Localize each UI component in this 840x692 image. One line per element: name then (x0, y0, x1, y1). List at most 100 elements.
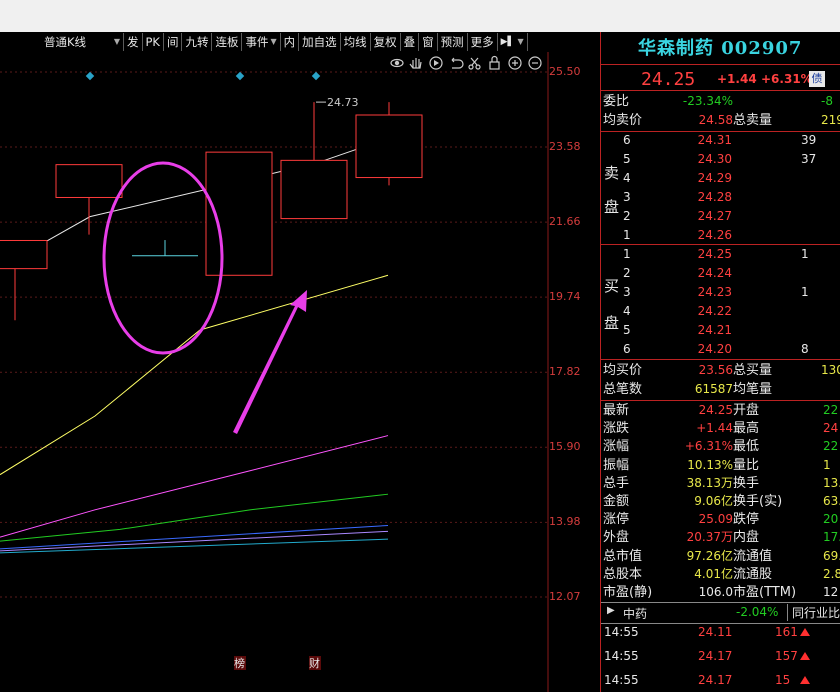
stat-label: 市盈(静) (603, 585, 653, 600)
stat-value: 97.26亿 (686, 548, 733, 563)
book-volume: 8 (801, 342, 809, 356)
trade-count-label: 总笔数 (603, 382, 643, 397)
book-level: 2 (623, 209, 631, 223)
buy-side-label-1: 买 (604, 277, 620, 295)
bid-row[interactable]: 2 24.24 (601, 264, 840, 283)
stat-label: 最高 (733, 421, 760, 437)
weibi-row: 委比 -23.34% -8 (601, 92, 840, 111)
y-axis-label: 15.90 (549, 440, 581, 454)
book-price: 24.29 (697, 171, 732, 185)
stat-value: 10.13% (687, 457, 733, 472)
toolbar-fa-button[interactable]: 发 (124, 33, 143, 51)
stat-value: 38.13万 (686, 475, 733, 490)
y-axis-label: 25.50 (549, 65, 581, 78)
y-axis-label: 21.66 (549, 215, 581, 229)
book-level: 5 (623, 152, 631, 166)
trade-time: 14:55 (604, 673, 639, 687)
kline-chart-svg[interactable]: 24.73 榜 财 (0, 52, 600, 692)
book-level: 3 (623, 190, 631, 204)
book-price: 24.21 (697, 323, 732, 337)
stat-value: 69.27 (823, 548, 840, 563)
book-level: 6 (623, 342, 631, 356)
candle-body (0, 239, 48, 270)
stat-value: 106.0 (698, 585, 733, 599)
stat-row: 振幅 10.13% 量比 1 (601, 456, 840, 475)
toolbar-ma-button[interactable]: 均线 (341, 33, 371, 51)
toolbar-overlay-button[interactable]: 叠 (401, 33, 420, 51)
sector-name: 中药 (623, 607, 648, 621)
trade-volume: 157 (775, 649, 798, 663)
stat-label: 流通股 (733, 566, 773, 582)
stat-row: 总手 38.13万换手 13.3 (601, 474, 840, 493)
ask-row[interactable]: 3 24.28 (601, 188, 840, 207)
toolbar-forecast-button[interactable]: 预测 (438, 33, 468, 51)
book-price: 24.31 (697, 133, 732, 147)
quote-panel: 华森制药 002907 24.25 +1.44 +6.31% 债 委比 -23.… (601, 32, 840, 692)
stat-row: 涨幅 +6.31% 最低 22 (601, 437, 840, 456)
book-level: 6 (623, 133, 631, 147)
avg-sell-label: 均卖价 (603, 113, 643, 128)
event-marker (85, 71, 95, 81)
trade-row: 14:55 24.11 161 (601, 622, 840, 642)
book-price: 24.24 (697, 266, 732, 280)
toolbar-window-button[interactable]: 窗 (419, 33, 438, 51)
stat-value: 22 (823, 439, 839, 454)
ask-row[interactable]: 5 24.30 37 (601, 150, 840, 169)
stat-value: 63.4 (823, 494, 840, 508)
stat-label: 流通值 (733, 548, 773, 564)
kline-type-dropdown[interactable]: 普通K线 ▼ (0, 33, 124, 51)
stat-row: 外盘 20.37万内盘 17.76 (601, 528, 840, 547)
ask-row[interactable]: 6 24.31 39 (601, 131, 840, 150)
book-price: 24.30 (697, 152, 732, 166)
stat-label: 量比 (733, 457, 760, 473)
toolbar-jiuzhuan-button[interactable]: 九转 (182, 33, 213, 51)
total-buy-value: 130 (821, 363, 840, 377)
toolbar-pk-button[interactable]: PK (143, 33, 164, 51)
stat-row: 涨跌 +1.44 最高 24 (601, 419, 840, 438)
bid-row[interactable]: 5 24.21 (601, 321, 840, 340)
sell-side-label-1: 卖 (604, 164, 620, 182)
bid-row[interactable]: 1 24.25 1 (601, 245, 840, 264)
stat-label: 市盈(TTM) (733, 585, 797, 600)
stat-value: 24 (823, 421, 839, 436)
bid-row[interactable]: 3 24.23 1 (601, 283, 840, 302)
toolbar-add-watchlist-button[interactable]: 加自选 (299, 33, 341, 51)
buy-side-label-2: 盘 (604, 314, 620, 332)
avg-sell-row: 均卖价 24.58 总卖量 219 (601, 111, 840, 130)
kline-chart-area[interactable]: 24.73 榜 财 (0, 52, 600, 692)
toolbar-jian-button[interactable]: 间 (164, 33, 183, 51)
stat-row: 总市值 97.26亿流通值 69.27 (601, 547, 840, 566)
toolbar-collapse-button[interactable]: ▶▌ ▼ (498, 33, 528, 51)
toolbar-adjust-button[interactable]: 复权 (371, 33, 401, 51)
bid-row[interactable]: 6 24.20 8 (601, 340, 840, 359)
trade-time: 14:55 (604, 649, 639, 663)
trade-time: 14:55 (604, 625, 639, 639)
sell-side-label-2: 盘 (604, 198, 620, 216)
chevron-down-icon: ▼ (113, 37, 120, 46)
ask-row[interactable]: 4 24.29 (601, 169, 840, 188)
sector-compare-button[interactable]: 同行业比 (787, 604, 840, 621)
sector-row[interactable]: ▶ 中药 -2.04% 同行业比 (601, 602, 840, 624)
divider (601, 64, 840, 65)
stat-row: 最新 24.25 开盘 22 (601, 401, 840, 420)
toolbar-events-dropdown[interactable]: 事件 ▼ (242, 33, 281, 51)
bond-badge[interactable]: 债 (809, 71, 825, 87)
high-annotation: 24.73 (327, 96, 359, 109)
toolbar-nei-button[interactable]: 内 (281, 33, 300, 51)
up-arrow-icon (800, 628, 810, 636)
book-price: 24.26 (697, 228, 732, 242)
toolbar-more-button[interactable]: 更多 (468, 33, 498, 51)
book-volume: 1 (801, 285, 809, 299)
ask-row[interactable]: 1 24.26 (601, 226, 840, 245)
trade-price: 24.17 (698, 649, 733, 663)
ask-row[interactable]: 2 24.27 (601, 207, 840, 226)
toolbar-lianban-button[interactable]: 连板 (212, 33, 243, 51)
book-price: 24.20 (697, 342, 732, 356)
book-level: 1 (623, 247, 631, 261)
book-level: 3 (623, 285, 631, 299)
bid-row[interactable]: 4 24.22 (601, 302, 840, 321)
ma-line (0, 435, 389, 538)
trade-price: 24.11 (698, 625, 733, 639)
avg-buy-row: 均买价 23.56 总买量 130 (601, 361, 840, 380)
avg-buy-label: 均买价 (603, 363, 643, 378)
